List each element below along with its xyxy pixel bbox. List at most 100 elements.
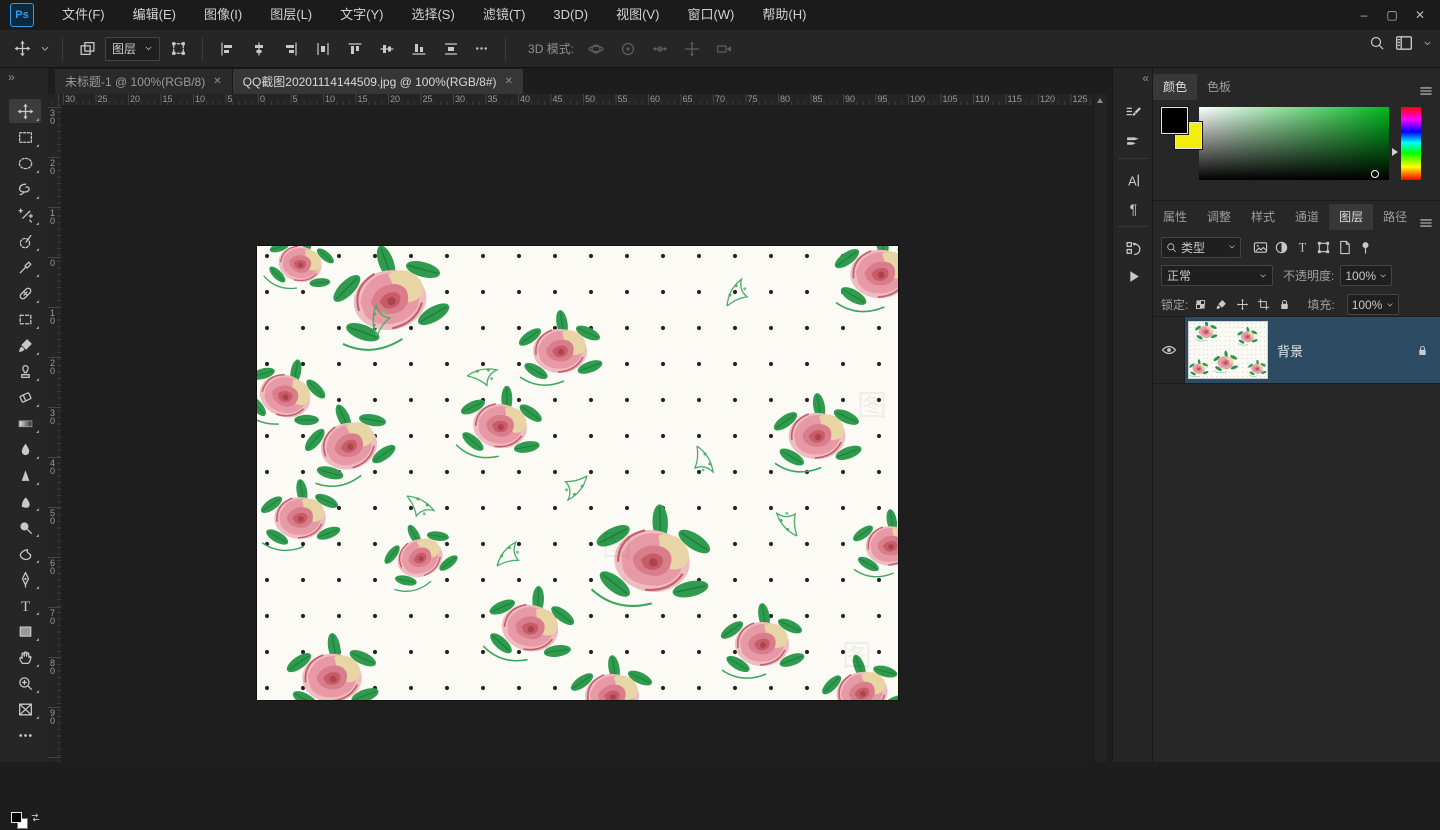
tool-quick-select[interactable]	[9, 229, 41, 253]
adjust-filter-icon[interactable]	[1274, 240, 1289, 255]
minimize-button[interactable]: –	[1350, 4, 1378, 26]
align-middle-v-icon[interactable]	[375, 37, 399, 61]
tool-smudge[interactable]	[9, 489, 41, 513]
layer-visibility-cell[interactable]	[1153, 317, 1185, 383]
tab-color[interactable]: 颜色	[1153, 74, 1197, 100]
opacity-input[interactable]: 100%	[1340, 265, 1392, 286]
tool-blur[interactable]	[9, 437, 41, 461]
menu-item-5[interactable]: 选择(S)	[397, 0, 468, 30]
tool-type[interactable]: T	[9, 593, 41, 617]
tool-rect-marquee[interactable]	[9, 125, 41, 149]
menu-item-1[interactable]: 编辑(E)	[119, 0, 190, 30]
pin-filter-icon[interactable]	[1358, 240, 1373, 255]
swap-colors-icon[interactable]	[30, 812, 41, 823]
tool-burn[interactable]	[9, 541, 41, 565]
tool-eyedropper[interactable]	[9, 255, 41, 279]
panel-brushes-icon[interactable]	[1121, 128, 1145, 152]
document-tab-active[interactable]: QQ截图20201114144509.jpg @ 100%(RGB/8#) ✕	[233, 69, 524, 94]
tool-hand[interactable]	[9, 645, 41, 669]
camera-3d-icon[interactable]	[712, 37, 736, 61]
pan-3d-icon[interactable]	[648, 37, 672, 61]
hue-slider[interactable]	[1401, 107, 1421, 180]
canvas-document[interactable]: 图 图 图	[257, 246, 898, 700]
maximize-button[interactable]: ▢	[1378, 4, 1406, 26]
panel-menu-icon[interactable]	[1419, 84, 1433, 98]
tool-sharpen[interactable]	[9, 463, 41, 487]
tool-dodge[interactable]	[9, 515, 41, 539]
color-spectrum-field[interactable]	[1199, 107, 1389, 180]
slide-3d-icon[interactable]	[680, 37, 704, 61]
hue-slider-arrow[interactable]	[1392, 148, 1398, 156]
chevron-down-icon[interactable]	[1423, 39, 1432, 48]
tool-healing-brush[interactable]	[9, 281, 41, 305]
type-filter-icon[interactable]: T	[1295, 240, 1310, 255]
tool-patch[interactable]	[9, 307, 41, 331]
tool-pen[interactable]	[9, 567, 41, 591]
panel-history-icon[interactable]	[1121, 236, 1145, 260]
tab-属性[interactable]: 属性	[1153, 204, 1197, 230]
menu-item-9[interactable]: 窗口(W)	[673, 0, 748, 30]
layer-row-body[interactable]: 背景	[1185, 317, 1440, 383]
tool-zoom[interactable]	[9, 671, 41, 695]
orbit-3d-icon[interactable]	[584, 37, 608, 61]
lock-icon[interactable]	[1278, 298, 1291, 311]
document-tab[interactable]: 未标题-1 @ 100%(RGB/8) ✕	[55, 69, 233, 94]
align-center-h-icon[interactable]	[247, 37, 271, 61]
fill-input[interactable]: 100%	[1347, 294, 1399, 315]
brush-lock-icon[interactable]	[1215, 298, 1228, 311]
image-filter-icon[interactable]	[1253, 240, 1268, 255]
smart-filter-icon[interactable]	[1337, 240, 1352, 255]
panel-character-icon[interactable]: A	[1121, 168, 1145, 192]
shape-filter-icon[interactable]	[1316, 240, 1331, 255]
tool-gradient[interactable]	[9, 411, 41, 435]
more-align-options-icon[interactable]	[469, 37, 493, 61]
panel-actions-icon[interactable]	[1121, 264, 1145, 288]
tab-调整[interactable]: 调整	[1197, 204, 1241, 230]
foreground-color-mini-swatch[interactable]	[11, 812, 22, 823]
align-left-icon[interactable]	[215, 37, 239, 61]
search-icon[interactable]	[1369, 35, 1385, 51]
menu-item-7[interactable]: 3D(D)	[539, 0, 602, 30]
tool-ellipse-marquee[interactable]	[9, 151, 41, 175]
close-tab-icon[interactable]: ✕	[505, 76, 513, 87]
color-field-cursor[interactable]	[1371, 170, 1379, 178]
tab-图层[interactable]: 图层	[1329, 204, 1373, 230]
panel-brush-settings-icon[interactable]	[1121, 100, 1145, 124]
menu-item-6[interactable]: 滤镜(T)	[469, 0, 540, 30]
auto-select-target-dropdown[interactable]: 图层	[105, 37, 160, 61]
show-transform-controls-icon[interactable]	[166, 37, 190, 61]
menu-item-4[interactable]: 文字(Y)	[326, 0, 397, 30]
panel-menu-icon[interactable]	[1419, 216, 1433, 230]
dock-collapse-chevron[interactable]: «	[1142, 71, 1147, 85]
layer-thumbnail[interactable]	[1189, 322, 1267, 378]
checker-lock-icon[interactable]	[1194, 298, 1207, 311]
layer-row-background[interactable]: 背景	[1153, 316, 1440, 384]
photoshop-logo[interactable]: Ps	[10, 3, 34, 27]
crop-lock-icon[interactable]	[1257, 298, 1270, 311]
roll-3d-icon[interactable]	[616, 37, 640, 61]
close-button[interactable]: ✕	[1406, 4, 1434, 26]
tool-brush[interactable]	[9, 333, 41, 357]
menu-item-10[interactable]: 帮助(H)	[748, 0, 820, 30]
distribute-h-icon[interactable]	[311, 37, 335, 61]
align-top-icon[interactable]	[343, 37, 367, 61]
scroll-up-arrow-icon[interactable]	[1097, 98, 1103, 103]
tool-eraser[interactable]	[9, 385, 41, 409]
tools-expand-chevron[interactable]: »	[8, 70, 13, 84]
tool-edit-toolbar[interactable]	[9, 723, 41, 747]
tool-frame[interactable]	[9, 697, 41, 721]
tab-样式[interactable]: 样式	[1241, 204, 1285, 230]
workspace-switcher-icon[interactable]	[1395, 34, 1413, 52]
current-tool-icon[interactable]	[10, 37, 34, 61]
move-lock-icon[interactable]	[1236, 298, 1249, 311]
menu-item-2[interactable]: 图像(I)	[190, 0, 256, 30]
foreground-background-swatches[interactable]	[8, 812, 44, 830]
tab-swatches[interactable]: 色板	[1197, 74, 1241, 100]
layer-filter-dropdown[interactable]: 类型	[1161, 237, 1241, 258]
foreground-color-swatch[interactable]	[1161, 107, 1188, 134]
tool-preset-chevron-icon[interactable]	[40, 44, 50, 54]
align-bottom-icon[interactable]	[407, 37, 431, 61]
layer-name[interactable]: 背景	[1277, 341, 1303, 360]
eye-icon[interactable]	[1161, 342, 1177, 358]
auto-select-icon[interactable]	[75, 37, 99, 61]
